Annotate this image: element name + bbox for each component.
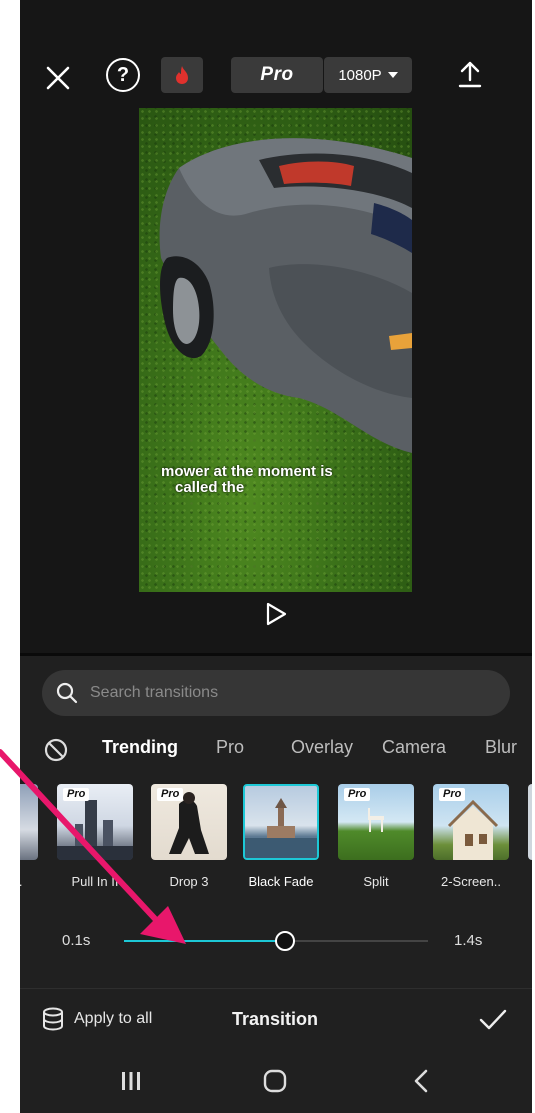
confirm-button[interactable] bbox=[478, 1007, 508, 1033]
robot-mower-image bbox=[159, 138, 412, 453]
search-icon bbox=[56, 682, 78, 704]
transition-item-0[interactable] bbox=[20, 784, 38, 860]
pro-badge: Pro bbox=[157, 788, 184, 801]
bottom-bar: Apply to all Transition bbox=[20, 988, 532, 1051]
transition-label-3: Black Fade bbox=[248, 874, 314, 889]
preview-area: ? Pro 1080P mower at the moment is calle… bbox=[20, 0, 532, 654]
transition-label-2: Drop 3 bbox=[169, 874, 209, 889]
slider-fill bbox=[124, 940, 286, 942]
transition-label-4: Split bbox=[363, 874, 389, 889]
tab-camera[interactable]: Camera bbox=[382, 737, 446, 758]
thumbnail-image bbox=[245, 798, 317, 858]
video-caption: mower at the moment is called the bbox=[161, 464, 401, 496]
pro-button[interactable]: Pro bbox=[231, 57, 323, 93]
transition-list: ...ot.. Pro Pull In II Pro Drop 3 Black … bbox=[20, 784, 532, 894]
caption-line-1: mower at the moment is bbox=[161, 463, 333, 480]
home-button[interactable] bbox=[260, 1066, 290, 1096]
slider-knob[interactable] bbox=[275, 931, 296, 951]
transition-item-4[interactable]: Pro bbox=[338, 784, 414, 860]
resolution-label: 1080P bbox=[338, 66, 382, 84]
back-button[interactable] bbox=[406, 1066, 436, 1096]
flame-icon bbox=[176, 66, 188, 84]
panel-title: Transition bbox=[231, 1009, 318, 1029]
pro-badge: Pro bbox=[344, 788, 371, 801]
tab-pro[interactable]: Pro bbox=[216, 737, 244, 758]
apply-to-all-button[interactable]: Apply to all bbox=[42, 1007, 152, 1031]
recent-apps-button[interactable] bbox=[116, 1066, 146, 1096]
phone-screen: ? Pro 1080P mower at the moment is calle… bbox=[20, 0, 532, 1113]
search-input[interactable] bbox=[88, 683, 472, 703]
category-tabs: Trending Pro Overlay Camera Blur bbox=[20, 732, 532, 766]
resolution-dropdown[interactable]: 1080P bbox=[324, 57, 412, 93]
transition-label-1: Pull In II bbox=[71, 874, 119, 889]
apply-to-all-label: Apply to all bbox=[74, 1010, 153, 1027]
system-nav-bar bbox=[20, 1050, 532, 1113]
pro-flame-button[interactable] bbox=[161, 57, 203, 93]
duration-min-label: 0.1s bbox=[62, 932, 91, 949]
slider-track[interactable] bbox=[124, 931, 428, 951]
pro-badge: Pro bbox=[439, 788, 466, 801]
tab-blur[interactable]: Blur bbox=[485, 737, 517, 758]
database-icon bbox=[43, 1007, 63, 1031]
back-icon bbox=[414, 1069, 428, 1093]
no-transition-icon[interactable] bbox=[44, 738, 68, 762]
play-button[interactable] bbox=[264, 601, 288, 627]
pro-label: Pro bbox=[260, 64, 294, 85]
export-button[interactable] bbox=[452, 56, 488, 92]
recents-icon bbox=[122, 1072, 140, 1090]
duration-slider: 0.1s 1.4s bbox=[20, 926, 532, 956]
close-icon bbox=[46, 66, 70, 90]
upload-icon bbox=[458, 61, 482, 88]
tab-trending[interactable]: Trending bbox=[102, 737, 178, 758]
question-icon: ? bbox=[116, 63, 130, 86]
transition-item-2[interactable]: Pro bbox=[151, 784, 227, 860]
transition-label-5: 2-Screen.. bbox=[441, 874, 501, 889]
transition-item-1[interactable]: Pro bbox=[57, 784, 133, 860]
duration-max-label: 1.4s bbox=[454, 932, 483, 949]
video-preview[interactable]: mower at the moment is called the bbox=[139, 108, 412, 592]
home-icon bbox=[263, 1069, 287, 1093]
transition-item-6[interactable] bbox=[528, 784, 532, 860]
pro-badge: Pro bbox=[63, 788, 90, 801]
close-button[interactable] bbox=[40, 60, 76, 96]
transition-item-5[interactable]: Pro bbox=[433, 784, 509, 860]
tab-overlay[interactable]: Overlay bbox=[291, 737, 353, 758]
caret-down-icon bbox=[387, 72, 398, 78]
transition-item-3[interactable] bbox=[243, 784, 319, 860]
help-button[interactable]: ? bbox=[106, 58, 140, 92]
search-bar[interactable] bbox=[42, 670, 510, 716]
transition-panel: Trending Pro Overlay Camera Blur ...ot..… bbox=[20, 656, 532, 1113]
play-icon bbox=[266, 602, 287, 626]
check-icon bbox=[479, 1009, 507, 1030]
caption-line-2: called the bbox=[175, 479, 245, 496]
